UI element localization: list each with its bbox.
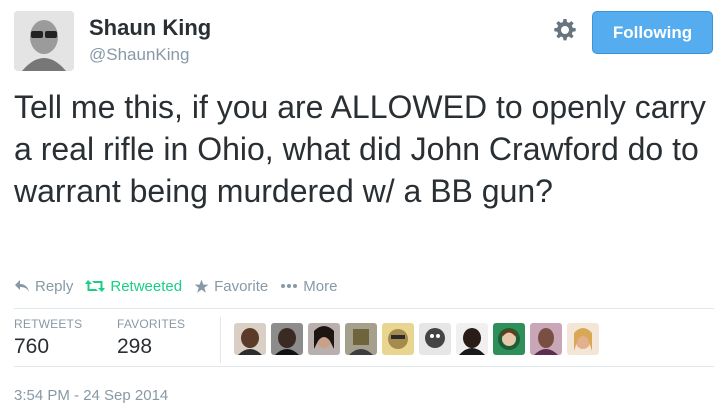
favoriter-avatar[interactable] — [456, 323, 488, 355]
favoriter-avatars — [234, 323, 604, 355]
following-button[interactable]: Following — [592, 11, 713, 54]
reply-label: Reply — [35, 277, 74, 295]
star-icon — [194, 279, 209, 293]
retweet-label: Retweeted — [110, 277, 183, 295]
favorite-button[interactable]: Favorite — [194, 278, 268, 295]
reply-icon — [15, 280, 29, 292]
retweet-icon — [85, 280, 106, 292]
favoriter-avatar[interactable] — [382, 323, 414, 355]
display-name[interactable]: Shaun King — [89, 15, 211, 41]
favoriter-avatar[interactable] — [493, 323, 525, 355]
favoriter-avatar[interactable] — [345, 323, 377, 355]
stats-separator — [220, 317, 221, 363]
favorites-stat[interactable]: FAVORITES 298 — [117, 317, 185, 359]
favoriter-avatar[interactable] — [308, 323, 340, 355]
favoriter-avatar[interactable] — [419, 323, 451, 355]
favorites-count: 298 — [117, 335, 153, 358]
user-handle[interactable]: @ShaunKing — [89, 45, 189, 65]
favoriter-avatar[interactable] — [271, 323, 303, 355]
divider — [14, 366, 714, 367]
more-button[interactable]: More — [280, 278, 337, 295]
tweet-timestamp[interactable]: 3:54 PM - 24 Sep 2014 — [14, 387, 168, 404]
favorites-label: FAVORITES — [117, 317, 186, 331]
retweets-stat[interactable]: RETWEETS 760 — [14, 317, 82, 359]
more-label: More — [303, 277, 338, 295]
avatar[interactable] — [14, 11, 74, 71]
gear-icon[interactable] — [553, 18, 577, 42]
favoriter-avatar[interactable] — [567, 323, 599, 355]
favoriter-avatar[interactable] — [530, 323, 562, 355]
tweet-actions: Reply Retweeted Favorite More — [14, 276, 349, 296]
divider — [14, 308, 714, 309]
favoriter-avatar[interactable] — [234, 323, 266, 355]
more-icon — [281, 284, 298, 288]
tweet-text: Tell me this, if you are ALLOWED to open… — [14, 89, 706, 209]
retweet-button[interactable]: Retweeted — [85, 278, 182, 295]
reply-button[interactable]: Reply — [14, 278, 73, 295]
favorite-label: Favorite — [214, 277, 269, 295]
retweets-label: RETWEETS — [14, 317, 83, 331]
retweets-count: 760 — [14, 335, 50, 358]
